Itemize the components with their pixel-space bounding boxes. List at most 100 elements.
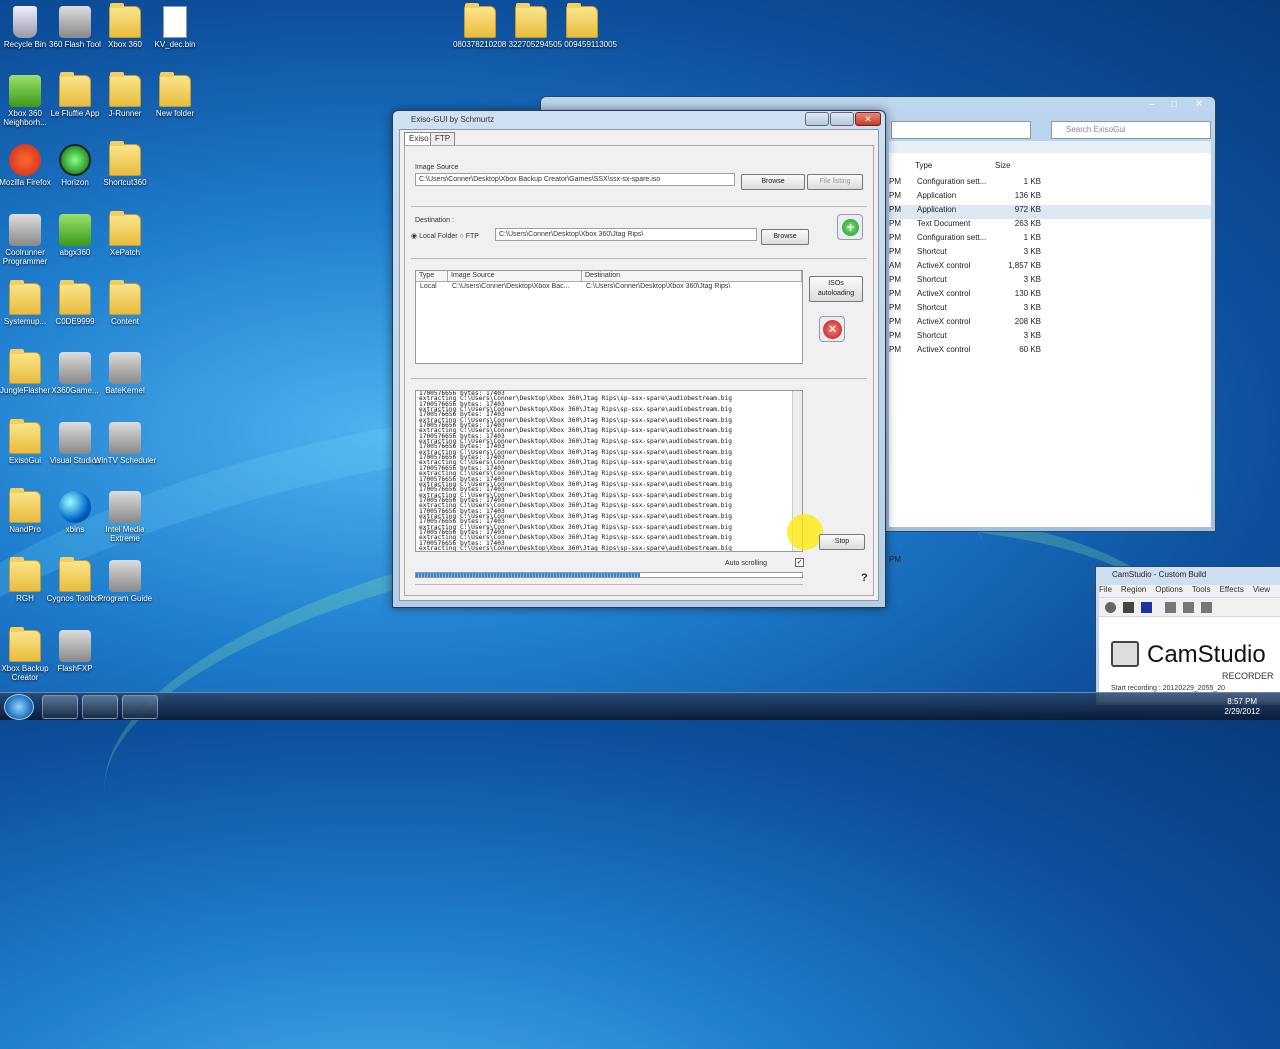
radio-selected-icon[interactable]: ◉ [411, 233, 417, 240]
queue-list[interactable]: Type Image Source Destination Local C:\U… [415, 270, 803, 364]
close-icon[interactable]: ✕ [1195, 99, 1203, 110]
auto-scrolling-label: Auto scrolling [725, 560, 768, 567]
camstudio-menu: File Region Options Tools Effects View [1099, 585, 1280, 597]
desktop-icon[interactable]: Intel Media Extreme [91, 491, 159, 543]
camstudio-menu-item[interactable]: View [1253, 585, 1270, 594]
record-icon[interactable] [1105, 602, 1116, 613]
camstudio-status: Start recording : 20120229_2055_20 [1111, 685, 1226, 692]
file-row-time: PM [889, 177, 901, 186]
folder-icon [9, 280, 41, 315]
window-title: Exiso-GUI by Schmurtz [411, 115, 495, 124]
exiso-window[interactable]: Exiso-GUI by Schmurtz ✕ Exiso FTP Image … [392, 110, 886, 608]
file-listing-button[interactable]: File listing [807, 174, 863, 190]
radio-unselected-icon[interactable]: ○ [460, 233, 464, 240]
file-row[interactable]: PM Shortcut 3 KB [889, 247, 1211, 261]
file-row[interactable]: PM ActiveX control 60 KB [889, 345, 1211, 359]
local-folder-label: Local Folder [419, 233, 458, 240]
remove-icon: ✕ [823, 320, 842, 339]
file-icon [163, 6, 187, 38]
file-row[interactable]: PM Shortcut 3 KB [889, 331, 1211, 345]
image-source-label: Image Source [415, 164, 459, 171]
desktop-icon[interactable]: XePatch [91, 211, 159, 257]
stop-icon[interactable] [1141, 602, 1152, 613]
auto-scrolling-checkbox[interactable]: ✓ [795, 558, 804, 567]
help-button[interactable]: ? [861, 572, 868, 584]
taskbar-exiso-icon[interactable] [82, 695, 118, 719]
folder-icon [59, 557, 91, 592]
camstudio-menu-item[interactable]: Options [1155, 585, 1183, 594]
clock[interactable]: 8:57 PM 2/29/2012 [1224, 697, 1260, 717]
search-input[interactable]: Search ExisoGui [1051, 121, 1211, 139]
desktop-folder-2[interactable] [515, 3, 547, 40]
isos-autoloading-button[interactable]: ISOs autoloading [809, 276, 863, 302]
camstudio-window[interactable]: CamStudio - Custom Build File Region Optio… [1095, 566, 1280, 706]
local-folder-radio[interactable]: ◉ Local Folder ○ FTP [411, 232, 479, 240]
file-row[interactable]: PM Shortcut 3 KB [889, 303, 1211, 317]
maximize-button[interactable] [830, 112, 854, 126]
camstudio-menu-item[interactable]: Tools [1192, 585, 1211, 594]
start-button[interactable] [4, 694, 34, 720]
clock-time: 8:57 PM [1227, 697, 1258, 706]
desktop-icon-label: Intel Media Extreme [105, 525, 145, 543]
column-header-destination[interactable]: Destination [582, 271, 802, 282]
add-button[interactable]: + [837, 214, 863, 240]
annotation-icon[interactable] [1201, 602, 1212, 613]
desktop-icon[interactable]: New folder [141, 72, 209, 118]
region-icon[interactable] [1165, 602, 1176, 613]
file-row-size: 3 KB [1023, 275, 1041, 284]
minimize-icon[interactable]: – [1149, 99, 1155, 110]
desktop-icon[interactable]: FlashFXP [41, 630, 109, 673]
file-row[interactable]: PM ActiveX control 208 KB [889, 317, 1211, 331]
desktop-icon[interactable]: KV_dec.bin [141, 6, 209, 49]
camstudio-menu-item[interactable]: Effects [1220, 585, 1244, 594]
file-row-type: ActiveX control [917, 317, 971, 326]
file-row-time: PM [889, 317, 901, 326]
desktop-icon[interactable]: WinTV Scheduler [91, 422, 159, 465]
file-row[interactable]: AM ActiveX control 1,857 KB [889, 261, 1211, 275]
coolrunner-icon [9, 214, 41, 246]
column-header-image-source[interactable]: Image Source [448, 271, 582, 282]
folder-icon [109, 72, 141, 107]
destination-field[interactable]: C:\Users\Conner\Desktop\Xbox 360\Jtag Ri… [495, 228, 757, 241]
camstudio-subtitle: RECORDER [1222, 671, 1274, 681]
file-row[interactable]: PM Application 136 KB [889, 191, 1211, 205]
file-row[interactable]: PM Text Document 263 KB [889, 219, 1211, 233]
close-button[interactable]: ✕ [855, 112, 881, 126]
minimize-button[interactable] [805, 112, 829, 126]
file-row[interactable]: PM ActiveX control 130 KB [889, 289, 1211, 303]
taskbar-explorer-icon[interactable] [42, 695, 78, 719]
file-row[interactable]: PM Application 972 KB [889, 205, 1211, 219]
file-row-type: ActiveX control [917, 261, 971, 270]
file-row[interactable]: PM Shortcut 3 KB [889, 275, 1211, 289]
desktop-icon[interactable]: Shortcut360 [91, 141, 159, 187]
image-source-field[interactable]: C:\Users\Conner\Desktop\Xbox Backup Crea… [415, 173, 735, 186]
address-bar[interactable] [891, 121, 1031, 139]
desktop-folder-1[interactable] [464, 3, 496, 40]
stop-button[interactable]: Stop [819, 534, 865, 550]
file-row[interactable]: PM Configuration sett... 1 KB [889, 177, 1211, 191]
browse-source-button[interactable]: Browse [741, 174, 805, 190]
browse-destination-button[interactable]: Browse [761, 229, 809, 245]
camstudio-menu-item[interactable]: Region [1121, 585, 1146, 594]
maximize-icon[interactable]: □ [1171, 99, 1177, 110]
desktop-icon-label: Shortcut360 [103, 178, 147, 187]
file-row-size: 1 KB [1023, 177, 1041, 186]
desktop-icon[interactable]: BateKernel [91, 352, 159, 395]
desktop-folder-3[interactable] [566, 3, 598, 40]
camstudio-menu-item[interactable]: File [1099, 585, 1112, 594]
pause-icon[interactable] [1123, 602, 1134, 613]
column-header-type[interactable]: Type [915, 161, 932, 170]
column-header-size[interactable]: Size [995, 161, 1011, 170]
desktop-icon[interactable]: Program Guide [91, 560, 159, 603]
column-header-type[interactable]: Type [416, 271, 448, 282]
file-row[interactable]: PM Configuration sett... 1 KB [889, 233, 1211, 247]
tab-ftp[interactable]: FTP [430, 132, 456, 145]
remove-button[interactable]: ✕ [819, 316, 845, 342]
log-output[interactable]: 1700576656 bytes: 17403 extracting C:\Use… [415, 390, 803, 552]
settings-icon[interactable] [1183, 602, 1194, 613]
desktop-icon[interactable]: Content [91, 280, 159, 326]
file-list: Type Size PM Configuration sett... 1 KB PM A… [889, 153, 1211, 564]
folder-icon [59, 72, 91, 107]
camstudio-toolbar [1099, 598, 1280, 616]
taskbar-camstudio-icon[interactable] [122, 695, 158, 719]
